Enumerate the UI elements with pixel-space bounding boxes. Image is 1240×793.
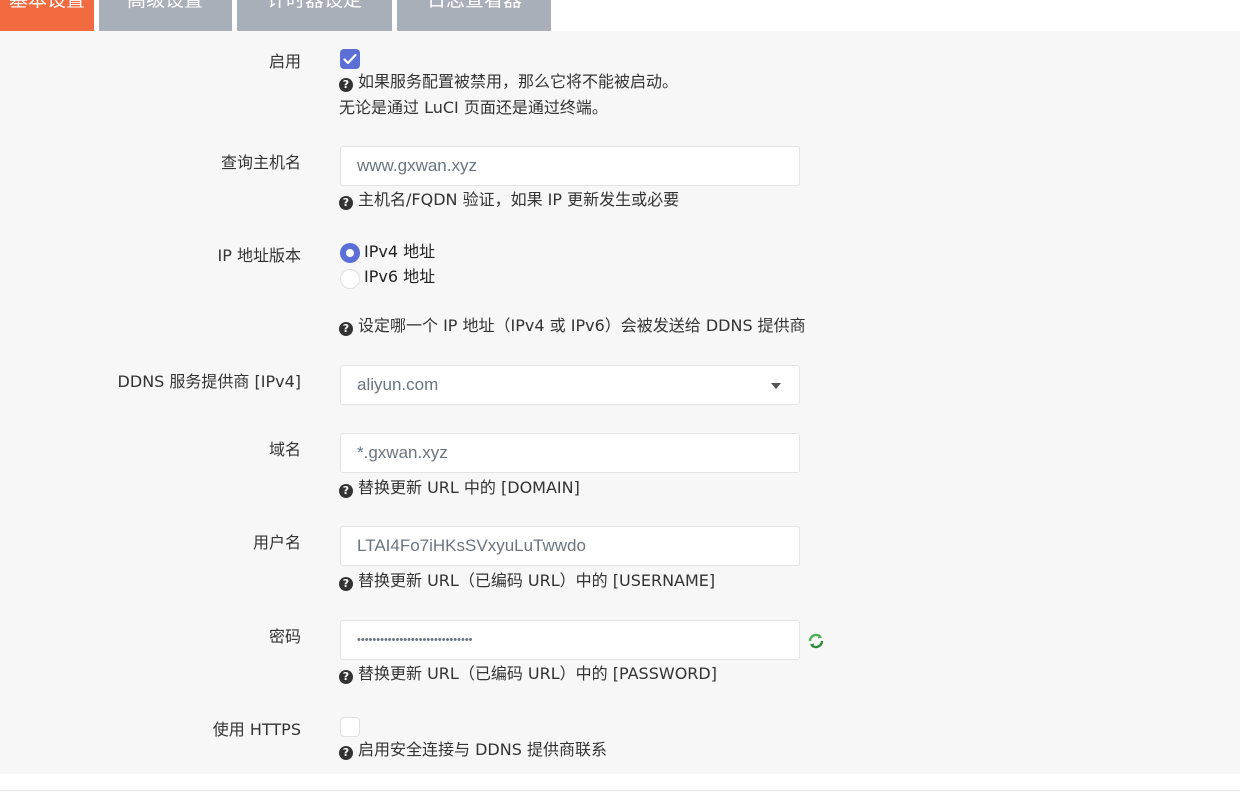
help-text: 设定哪一个 IP 地址（IPv4 或 IPv6）会被发送给 DDNS 提供商	[358, 316, 806, 335]
enable-checkbox[interactable]	[340, 49, 360, 69]
help-icon: ?	[339, 577, 353, 591]
help-icon: ?	[339, 322, 353, 336]
help-text: 替换更新 URL（已编码 URL）中的 [USERNAME]	[358, 571, 716, 590]
ip-version-label: IP 地址版本	[217, 246, 301, 265]
lookup-host-help: ? 主机名/FQDN 验证，如果 IP 更新发生或必要	[339, 189, 679, 211]
password-input[interactable]: ••••••••••••••••••••••••••••••	[340, 620, 800, 660]
use-https-help: ? 启用安全连接与 DDNS 提供商联系	[339, 739, 607, 761]
help-text: 如果服务配置被禁用，那么它将不能被启动。	[358, 72, 679, 91]
tab-label: 计时器设定	[267, 0, 363, 11]
ip-version-help: ? 设定哪一个 IP 地址（IPv4 或 IPv6）会被发送给 DDNS 提供商	[339, 315, 806, 337]
username-help: ? 替换更新 URL（已编码 URL）中的 [USERNAME]	[339, 570, 715, 592]
tab-bar: 基本设置 高级设置 计时器设定 日志查看器	[0, 0, 556, 31]
provider-label: DDNS 服务提供商 [IPv4]	[117, 372, 301, 391]
provider-selected-value: aliyun.com	[357, 375, 439, 394]
domain-input[interactable]: *.gxwan.xyz	[340, 433, 800, 473]
lookup-host-input[interactable]: www.gxwan.xyz	[340, 146, 800, 186]
help-text: 替换更新 URL（已编码 URL）中的 [PASSWORD]	[358, 664, 717, 683]
use-https-checkbox[interactable]	[340, 717, 360, 737]
help-icon: ?	[339, 746, 353, 760]
domain-help: ? 替换更新 URL 中的 [DOMAIN]	[339, 477, 580, 499]
help-icon: ?	[339, 78, 353, 92]
password-help: ? 替换更新 URL（已编码 URL）中的 [PASSWORD]	[339, 663, 717, 685]
ipv6-radio-label[interactable]: IPv6 地址	[364, 267, 435, 287]
tab-advanced-settings[interactable]: 高级设置	[99, 0, 233, 31]
tab-log-viewer[interactable]: 日志查看器	[397, 0, 552, 31]
lookup-host-label: 查询主机名	[220, 153, 301, 172]
help-text: 启用安全连接与 DDNS 提供商联系	[358, 740, 607, 759]
ipv4-radio-label[interactable]: IPv4 地址	[364, 242, 435, 262]
password-label: 密码	[268, 627, 301, 646]
ipv6-radio[interactable]	[340, 269, 360, 289]
help-text: 替换更新 URL 中的 [DOMAIN]	[358, 478, 580, 497]
tab-basic-settings[interactable]: 基本设置	[0, 0, 95, 31]
enable-label: 启用	[268, 52, 301, 71]
enable-help-line2: 无论是通过 LuCI 页面还是通过终端。	[339, 98, 608, 117]
enable-help: ? 如果服务配置被禁用，那么它将不能被启动。	[339, 71, 678, 93]
tab-label: 日志查看器	[427, 0, 523, 11]
refresh-icon[interactable]	[807, 632, 825, 650]
username-label: 用户名	[252, 533, 301, 552]
username-input[interactable]: LTAI4Fo7iHKsSVxyuLuTwwdo	[340, 526, 800, 566]
divider	[0, 790, 1240, 791]
chevron-down-icon	[771, 383, 781, 389]
domain-label: 域名	[268, 440, 301, 459]
ipv4-radio[interactable]	[340, 243, 360, 263]
help-text: 主机名/FQDN 验证，如果 IP 更新发生或必要	[358, 190, 680, 209]
help-icon: ?	[339, 670, 353, 684]
tab-label: 基本设置	[9, 0, 86, 11]
use-https-label: 使用 HTTPS	[212, 720, 301, 739]
help-icon: ?	[339, 484, 353, 498]
check-icon	[343, 53, 357, 65]
tab-label: 高级设置	[127, 0, 204, 11]
tab-timer-settings[interactable]: 计时器设定	[237, 0, 393, 31]
help-icon: ?	[339, 196, 353, 210]
provider-select[interactable]: aliyun.com	[340, 365, 800, 405]
